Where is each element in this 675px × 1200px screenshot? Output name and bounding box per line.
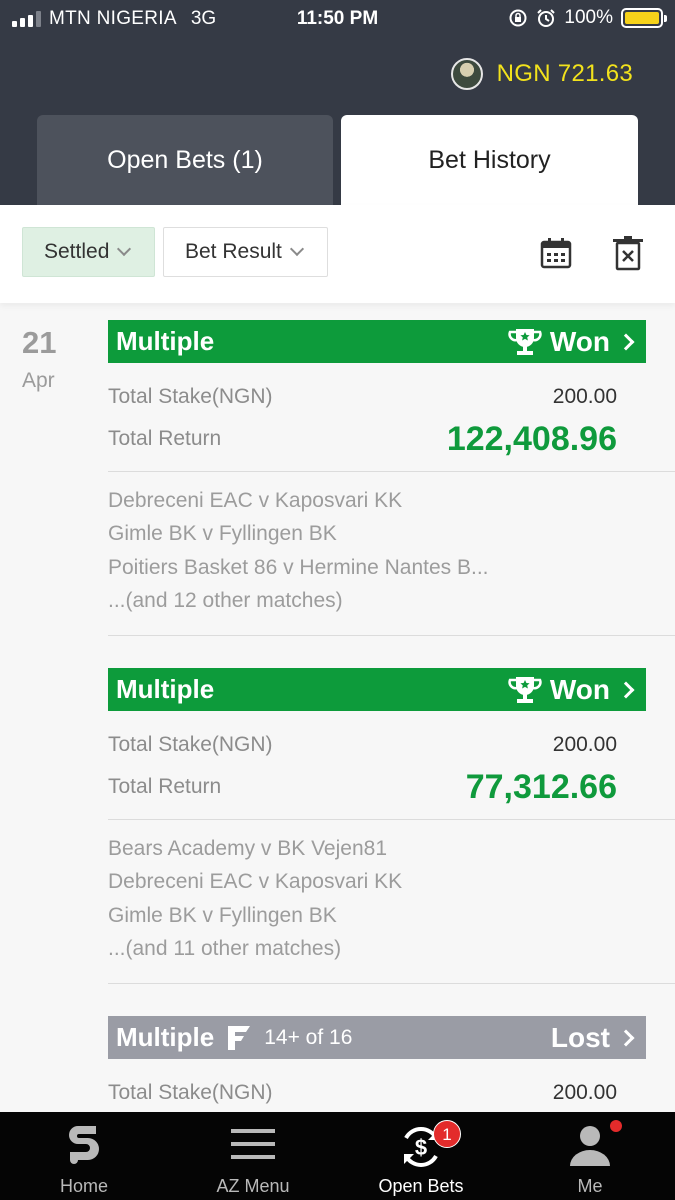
menu-icon <box>231 1129 275 1159</box>
flexi-text: 14+ of 16 <box>264 1025 353 1049</box>
divider <box>108 471 675 472</box>
return-label: Total Return <box>108 775 222 798</box>
orientation-lock-icon <box>509 9 527 27</box>
bet-status: Won <box>549 673 610 705</box>
header: MTN NIGERIA 3G 11:50 PM 100% NGN 721.63 … <box>0 0 675 205</box>
alarm-icon <box>537 9 556 27</box>
nav-me[interactable]: Me <box>506 1112 674 1200</box>
trophy-icon <box>508 676 542 703</box>
match-line: Poitiers Basket 86 v Hermine Nantes B... <box>108 556 489 579</box>
bet-header[interactable]: Multiple Won <box>108 320 646 363</box>
chevron-down-icon <box>117 241 132 257</box>
more-matches: ...(and 12 other matches) <box>108 589 343 612</box>
chevron-right-icon <box>617 681 635 698</box>
bet-result-dropdown[interactable]: Bet Result <box>163 227 328 277</box>
return-label: Total Return <box>108 427 222 450</box>
open-bets-badge: 1 <box>433 1120 461 1148</box>
tab-bet-history-label: Bet History <box>428 145 551 174</box>
bet-card[interactable]: Multiple 14+ of 16 Lost Total Stake(NGN)… <box>108 1016 675 1112</box>
nav-home-label: Home <box>59 1176 108 1196</box>
divider <box>108 983 675 984</box>
chevron-right-icon <box>617 333 635 350</box>
stake-value: 200.00 <box>552 385 617 408</box>
account-balance[interactable]: NGN 721.63 <box>450 58 633 90</box>
clear-icon[interactable] <box>610 235 646 271</box>
bet-header[interactable]: Multiple 14+ of 16 Lost <box>108 1016 646 1059</box>
sporty-logo-icon <box>69 1126 99 1164</box>
stake-value: 200.00 <box>552 733 617 756</box>
match-line: Debreceni EAC v Kaposvari KK <box>108 870 403 893</box>
divider <box>108 635 675 636</box>
return-value: 77,312.66 <box>465 768 617 806</box>
avatar[interactable] <box>450 58 483 90</box>
stake-label: Total Stake(NGN) <box>108 733 273 756</box>
match-line: Gimle BK v Fyllingen BK <box>108 522 337 545</box>
tab-open-bets-label: Open Bets (1) <box>107 145 263 174</box>
nav-home[interactable]: Home <box>0 1112 168 1200</box>
bet-history-list[interactable]: 21 Apr Multiple Won Total Stake(NGN) 200… <box>0 303 675 1112</box>
bet-status: Lost <box>550 1021 610 1053</box>
match-line: Gimle BK v Fyllingen BK <box>108 904 337 927</box>
user-icon <box>570 1126 610 1166</box>
stake-value: 200.00 <box>552 1081 617 1104</box>
status-bar: MTN NIGERIA 3G 11:50 PM 100% <box>0 0 675 38</box>
nav-open-bets-label: Open Bets <box>378 1176 464 1196</box>
notification-dot <box>610 1120 622 1132</box>
bet-status: Won <box>549 325 610 357</box>
nav-az-menu[interactable]: AZ Menu <box>169 1112 337 1200</box>
divider <box>108 819 675 820</box>
chevron-right-icon <box>617 1029 635 1046</box>
match-line: Debreceni EAC v Kaposvari KK <box>108 489 403 512</box>
bottom-nav: Home AZ Menu $ 1 Open Bets Me <box>0 1112 675 1200</box>
svg-text:$: $ <box>415 1135 427 1160</box>
filter-bar: Settled Bet Result <box>0 205 675 303</box>
more-matches: ...(and 11 other matches) <box>108 937 342 960</box>
flexibet-icon <box>228 1025 251 1050</box>
settled-label: Settled <box>44 240 110 263</box>
battery-percent: 100% <box>564 7 613 28</box>
settled-dropdown[interactable]: Settled <box>22 227 155 277</box>
tab-open-bets[interactable]: Open Bets (1) <box>37 115 333 205</box>
tab-bet-history[interactable]: Bet History <box>341 115 638 205</box>
trophy-icon <box>508 328 542 355</box>
date-month: Apr <box>22 369 55 392</box>
return-value: 122,408.96 <box>446 420 617 458</box>
bet-card[interactable]: Multiple Won Total Stake(NGN) 200.00 Tot… <box>108 320 675 640</box>
match-line: Bears Academy v BK Vejen81 <box>108 837 387 860</box>
calendar-icon[interactable] <box>538 235 574 271</box>
nav-me-label: Me <box>577 1176 603 1196</box>
bet-type: Multiple <box>116 1022 215 1052</box>
battery-icon <box>621 8 667 28</box>
nav-open-bets[interactable]: $ 1 Open Bets <box>337 1112 505 1200</box>
bet-type: Multiple <box>116 326 215 356</box>
stake-label: Total Stake(NGN) <box>108 1081 273 1104</box>
nav-az-menu-label: AZ Menu <box>216 1176 290 1196</box>
bet-result-label: Bet Result <box>185 240 282 263</box>
bet-type: Multiple <box>116 674 215 704</box>
date-day: 21 <box>22 325 57 360</box>
stake-label: Total Stake(NGN) <box>108 385 273 408</box>
bet-header[interactable]: Multiple Won <box>108 668 646 711</box>
chevron-down-icon <box>289 241 304 257</box>
balance-amount: NGN 721.63 <box>496 60 633 87</box>
bet-card[interactable]: Multiple Won Total Stake(NGN) 200.00 Tot… <box>108 668 675 988</box>
